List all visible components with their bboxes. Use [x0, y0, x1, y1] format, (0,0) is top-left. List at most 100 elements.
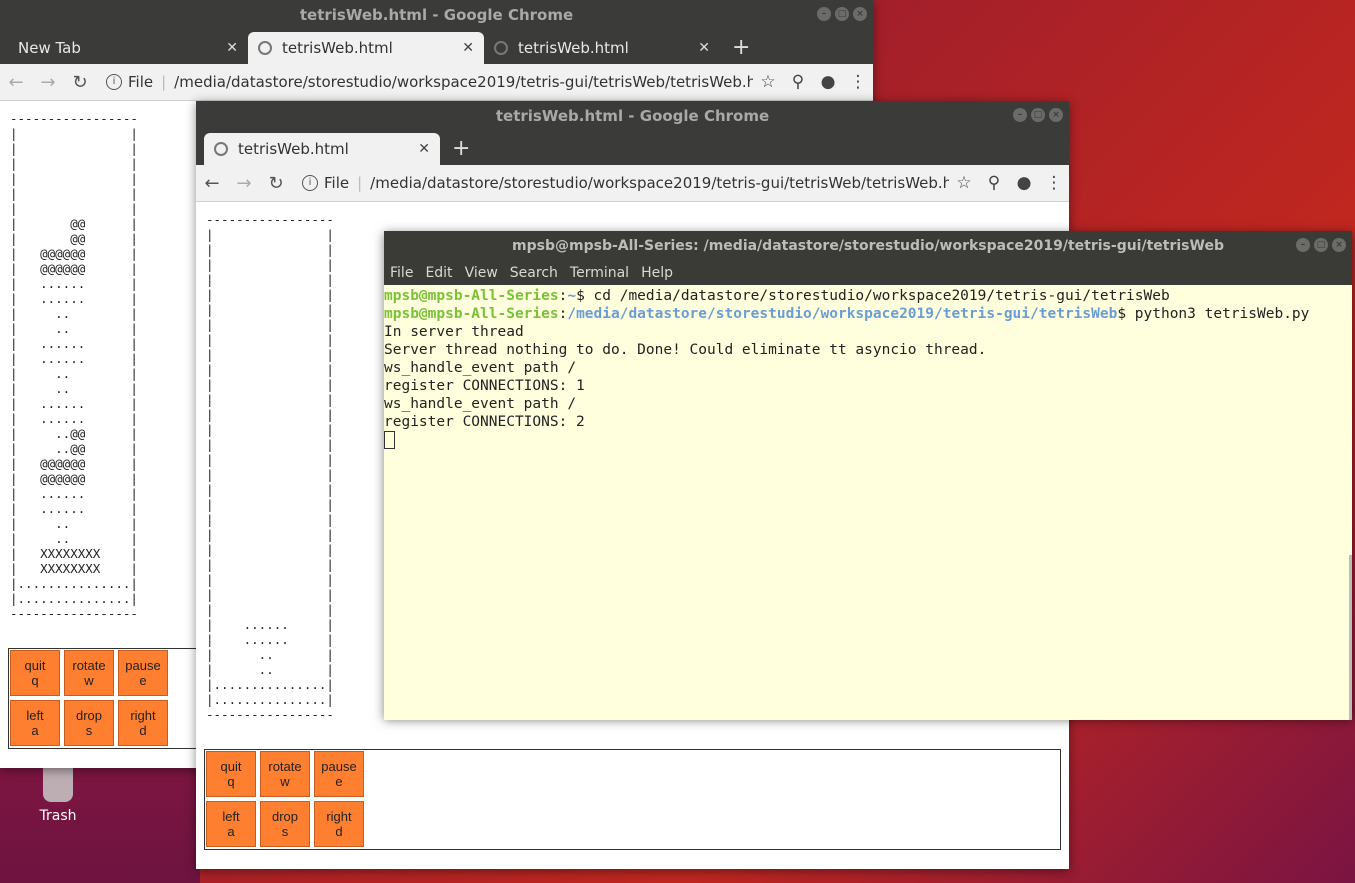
menu-terminal[interactable]: Terminal — [564, 265, 635, 281]
command-text: $ python3 tetrisWeb.py — [1117, 306, 1310, 322]
reload-icon[interactable]: ↻ — [260, 173, 292, 194]
window-titlebar[interactable]: tetrisWeb.html - Google Chrome – □ × — [0, 0, 873, 30]
key-label: quit — [24, 658, 46, 673]
terminal-scrollbar[interactable] — [1349, 555, 1352, 720]
tab-label: New Tab — [18, 39, 81, 57]
left-button[interactable]: left a — [10, 700, 60, 746]
extension-icon[interactable]: ⚲ — [783, 72, 813, 92]
bookmark-star-icon[interactable]: ☆ — [949, 173, 979, 193]
tab-label: tetrisWeb.html — [518, 39, 629, 57]
window-titlebar[interactable]: tetrisWeb.html - Google Chrome – □ × — [196, 101, 1069, 131]
minimize-icon[interactable]: – — [817, 7, 831, 21]
prompt-user: mpsb@mpsb-All-Series — [384, 288, 559, 304]
pause-button[interactable]: pause e — [118, 650, 168, 696]
minimize-icon[interactable]: – — [1013, 108, 1027, 122]
maximize-icon[interactable]: □ — [1314, 238, 1328, 252]
output-line: ws_handle_event path / — [384, 360, 577, 376]
minimize-icon[interactable]: – — [1296, 238, 1310, 252]
text-cursor — [384, 431, 395, 449]
forward-icon[interactable]: → — [32, 72, 64, 93]
terminal-titlebar[interactable]: mpsb@mpsb-All-Series: /media/datastore/s… — [384, 231, 1352, 261]
terminal-line: mpsb@mpsb-All-Series:/media/datastore/st… — [384, 305, 1352, 323]
globe-icon — [494, 41, 508, 55]
key-label: pause — [321, 759, 357, 774]
drop-button[interactable]: drop s — [64, 700, 114, 746]
tab-tetrisweb-active[interactable]: tetrisWeb.html ✕ — [204, 133, 440, 165]
left-button[interactable]: left a — [206, 801, 256, 847]
tab-close-icon[interactable]: ✕ — [686, 40, 710, 56]
terminal-output[interactable]: mpsb@mpsb-All-Series:~$ cd /media/datast… — [384, 285, 1352, 720]
command-text: $ cd /media/datastore/storestudio/worksp… — [576, 288, 1170, 304]
maximize-icon[interactable]: □ — [1031, 108, 1045, 122]
tab-tetrisweb[interactable]: tetrisWeb.html ✕ — [484, 32, 720, 64]
tab-strip: New Tab ✕ tetrisWeb.html ✕ tetrisWeb.htm… — [0, 30, 873, 64]
url-field[interactable]: /media/datastore/storestudio/workspace20… — [174, 73, 753, 91]
key-buttons: quit q rotate w pause e left a drop s right d — [9, 649, 168, 748]
rotate-button[interactable]: rotate w — [64, 650, 114, 696]
key-shortcut: a — [31, 723, 39, 738]
output-line: In server thread — [384, 324, 524, 340]
tab-close-icon[interactable]: ✕ — [450, 40, 474, 56]
key-shortcut: w — [84, 673, 94, 688]
right-button[interactable]: right d — [118, 700, 168, 746]
key-buttons: quit q rotate w pause e left a drop s right d — [205, 750, 364, 849]
key-shortcut: s — [281, 824, 289, 839]
controls-panel: quit q rotate w pause e left a drop s right d — [204, 749, 1061, 850]
menu-edit[interactable]: Edit — [419, 265, 458, 281]
key-shortcut: a — [227, 824, 235, 839]
menu-view[interactable]: View — [459, 265, 504, 281]
tab-new-tab[interactable]: New Tab ✕ — [8, 32, 248, 64]
terminal-window: mpsb@mpsb-All-Series: /media/datastore/s… — [384, 231, 1352, 720]
terminal-title: mpsb@mpsb-All-Series: /media/datastore/s… — [512, 238, 1224, 254]
reload-icon[interactable]: ↻ — [64, 72, 96, 93]
output-line: register CONNECTIONS: 2 — [384, 414, 585, 430]
menu-icon[interactable]: ⋮ — [843, 72, 873, 92]
key-shortcut: e — [335, 774, 343, 789]
maximize-icon[interactable]: □ — [835, 7, 849, 21]
tab-close-icon[interactable]: ✕ — [406, 141, 430, 157]
info-icon[interactable]: i — [302, 175, 318, 191]
quit-button[interactable]: quit q — [10, 650, 60, 696]
tab-tetrisweb-active[interactable]: tetrisWeb.html ✕ — [248, 32, 484, 64]
terminal-menubar: File Edit View Search Terminal Help — [384, 261, 1352, 285]
key-shortcut: d — [139, 723, 147, 738]
new-tab-button[interactable]: + — [720, 35, 762, 64]
prompt-path: ~ — [567, 288, 577, 304]
quit-button[interactable]: quit q — [206, 751, 256, 797]
key-label: rotate — [72, 658, 106, 673]
close-icon[interactable]: × — [1049, 108, 1063, 122]
url-field[interactable]: /media/datastore/storestudio/workspace20… — [370, 174, 949, 192]
pause-button[interactable]: pause e — [314, 751, 364, 797]
trash-desktop-icon[interactable]: Trash — [28, 768, 88, 824]
close-icon[interactable]: × — [853, 7, 867, 21]
profile-icon[interactable]: ● — [813, 72, 843, 92]
right-button[interactable]: right d — [314, 801, 364, 847]
globe-icon — [214, 142, 228, 156]
bookmark-star-icon[interactable]: ☆ — [753, 72, 783, 92]
key-shortcut: d — [335, 824, 343, 839]
prompt-user: mpsb@mpsb-All-Series — [384, 306, 559, 322]
extension-icon[interactable]: ⚲ — [979, 173, 1009, 193]
menu-help[interactable]: Help — [635, 265, 679, 281]
menu-search[interactable]: Search — [504, 265, 564, 281]
back-icon[interactable]: ← — [0, 72, 32, 93]
drop-button[interactable]: drop s — [260, 801, 310, 847]
menu-file[interactable]: File — [384, 265, 419, 281]
address-scheme: File — [128, 73, 154, 91]
tab-close-icon[interactable]: ✕ — [214, 40, 238, 56]
rotate-button[interactable]: rotate w — [260, 751, 310, 797]
key-shortcut: e — [139, 673, 147, 688]
menu-icon[interactable]: ⋮ — [1039, 173, 1069, 193]
address-scheme: File — [324, 174, 350, 192]
info-icon[interactable]: i — [106, 74, 122, 90]
window-title: tetrisWeb.html - Google Chrome — [299, 6, 574, 24]
terminal-line: mpsb@mpsb-All-Series:~$ cd /media/datast… — [384, 287, 1352, 305]
back-icon[interactable]: ← — [196, 173, 228, 194]
tetris-board: ----------------- | | | | | | | | | | | … — [206, 212, 334, 722]
new-tab-button[interactable]: + — [440, 136, 482, 165]
close-icon[interactable]: × — [1332, 238, 1346, 252]
forward-icon[interactable]: → — [228, 173, 260, 194]
profile-icon[interactable]: ● — [1009, 173, 1039, 193]
key-shortcut: q — [227, 774, 235, 789]
window-title: tetrisWeb.html - Google Chrome — [495, 107, 770, 125]
